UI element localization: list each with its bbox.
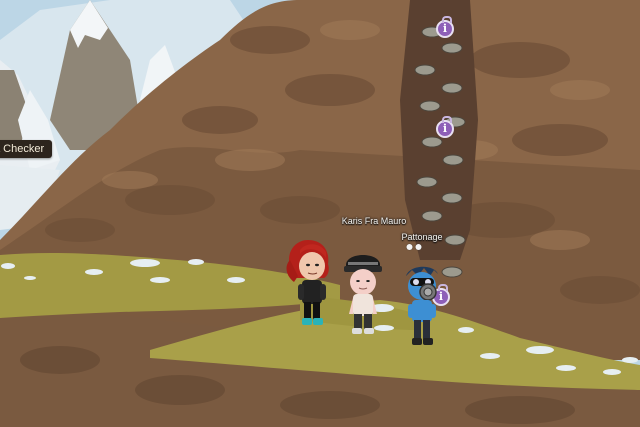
scene-background (0, 0, 640, 427)
info-marker-top[interactable]: i (436, 16, 454, 38)
typing-indicator (406, 244, 422, 250)
avatar-black-cap[interactable] (340, 248, 386, 340)
info-marker-middle[interactable]: i (436, 116, 454, 138)
player-name-pattonage[interactable]: Pattonage (401, 232, 442, 242)
player-name-karis[interactable]: Karis Fra Mauro (342, 216, 407, 226)
game-scene[interactable]: a Checker i i i Karis Fra Mauro (0, 0, 640, 427)
avatar-red-hair[interactable] (286, 236, 336, 328)
location-label[interactable]: a Checker (0, 140, 53, 158)
avatar-gas-mask[interactable] (400, 262, 450, 354)
